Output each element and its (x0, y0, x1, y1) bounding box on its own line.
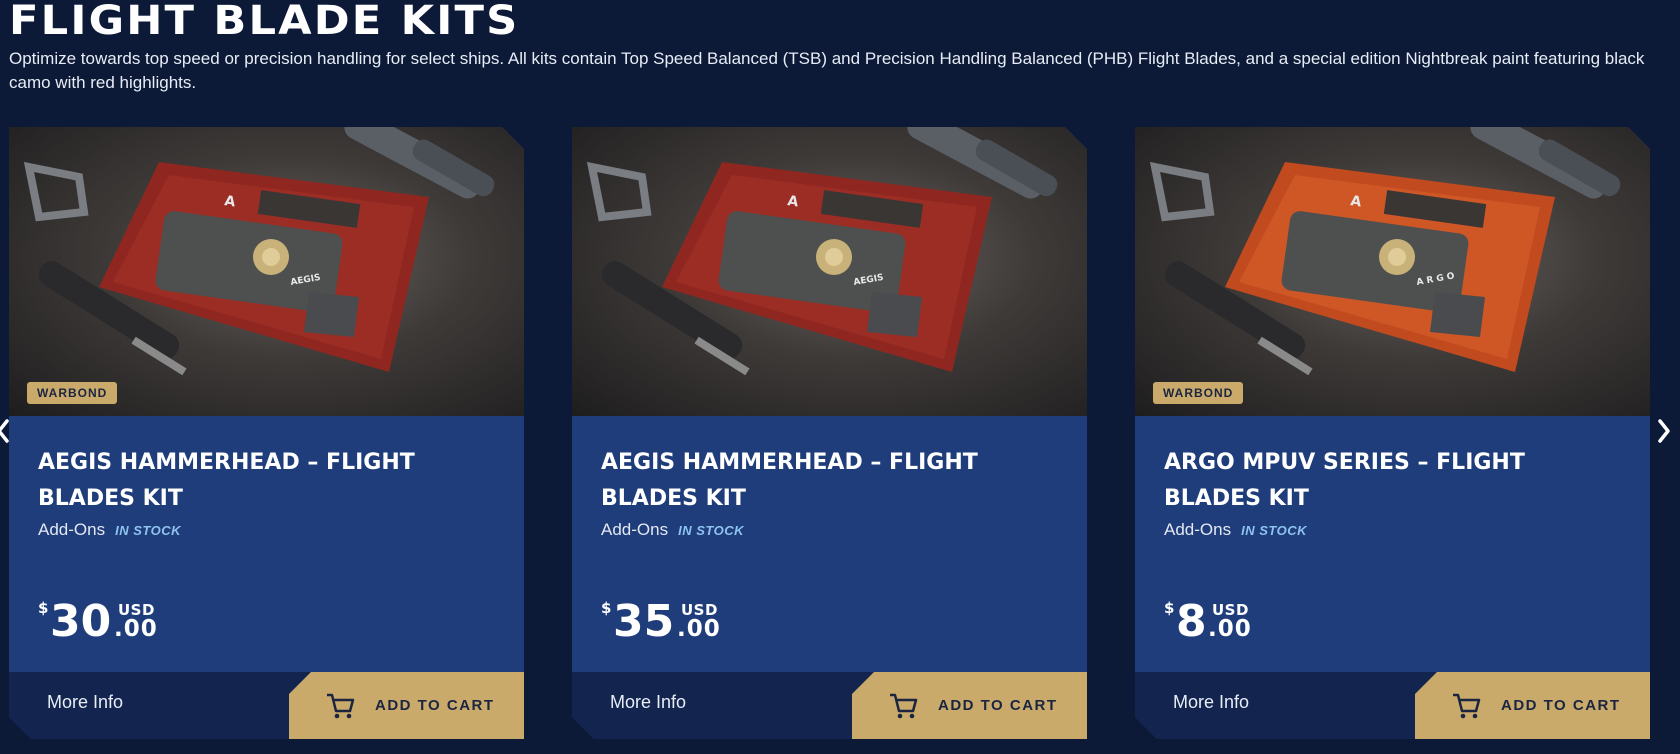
currency-symbol: $ (38, 599, 49, 617)
flight-blade-kit-image: A AEGIS (23, 127, 495, 376)
card-footer: More Info ADD TO CART (1135, 672, 1650, 739)
product-meta: Add-Ons IN STOCK (601, 520, 744, 540)
stock-status: IN STOCK (1241, 523, 1307, 538)
add-to-cart-label: ADD TO CART (1501, 697, 1621, 714)
currency-symbol: $ (1164, 599, 1175, 617)
card-footer: More Info ADD TO CART (9, 672, 524, 739)
page-description: Optimize towards top speed or precision … (9, 49, 1645, 92)
warbond-badge: WARBOND (27, 382, 118, 404)
flight-blade-kit-image: A A R G O (1149, 127, 1621, 376)
price-cents: .00 (677, 616, 721, 642)
product-category: Add-Ons (1164, 520, 1232, 539)
product-title[interactable]: ARGO MPUV SERIES – FLIGHT BLADES KIT (1164, 445, 1584, 517)
card-footer: More Info ADD TO CART (572, 672, 1087, 739)
stock-status: IN STOCK (115, 523, 181, 538)
price-amount: 8 (1176, 596, 1207, 647)
carousel-next-button[interactable] (1654, 416, 1674, 446)
more-info-link[interactable]: More Info (1173, 692, 1249, 713)
add-to-cart-button[interactable]: ADD TO CART (852, 672, 1087, 739)
add-to-cart-button[interactable]: ADD TO CART (1415, 672, 1650, 739)
add-to-cart-button[interactable]: ADD TO CART (289, 672, 524, 739)
price-amount: 35 (613, 596, 675, 647)
product-image[interactable]: A A R G O WARBOND (1135, 127, 1650, 416)
product-title[interactable]: AEGIS HAMMERHEAD – FLIGHT BLADES KIT (38, 445, 458, 517)
chevron-left-icon (0, 419, 9, 443)
product-category: Add-Ons (601, 520, 669, 539)
cart-icon (327, 693, 355, 718)
add-to-cart-label: ADD TO CART (938, 697, 1058, 714)
product-card[interactable]: A AEGIS AEGIS HAMMERHEAD – FLIGHT BLADES… (572, 127, 1087, 739)
product-category: Add-Ons (38, 520, 106, 539)
product-meta: Add-Ons IN STOCK (38, 520, 181, 540)
product-card[interactable]: A A R G O WARBOND ARGO MPUV SERIES – FLI… (1135, 127, 1650, 739)
warbond-badge: WARBOND (1153, 382, 1244, 404)
cart-icon (890, 693, 918, 718)
add-to-cart-label: ADD TO CART (375, 697, 495, 714)
currency-symbol: $ (601, 599, 612, 617)
chevron-right-icon (1658, 419, 1670, 443)
cart-icon (1453, 693, 1481, 718)
stock-status: IN STOCK (678, 523, 744, 538)
product-image[interactable]: A AEGIS WARBOND (9, 127, 524, 416)
product-title[interactable]: AEGIS HAMMERHEAD – FLIGHT BLADES KIT (601, 445, 1021, 517)
price-cents: .00 (1208, 616, 1252, 642)
price-cents: .00 (114, 616, 158, 642)
product-card[interactable]: A AEGIS WARBOND AEGIS HAMMERHEAD – FLIGH… (9, 127, 524, 739)
product-image[interactable]: A AEGIS (572, 127, 1087, 416)
product-meta: Add-Ons IN STOCK (1164, 520, 1307, 540)
more-info-link[interactable]: More Info (610, 692, 686, 713)
flight-blade-kit-image: A AEGIS (586, 127, 1058, 376)
page-title: FLIGHT BLADE KITS (9, 0, 520, 44)
more-info-link[interactable]: More Info (47, 692, 123, 713)
price-amount: 30 (50, 596, 112, 647)
carousel-prev-button[interactable] (0, 416, 14, 446)
